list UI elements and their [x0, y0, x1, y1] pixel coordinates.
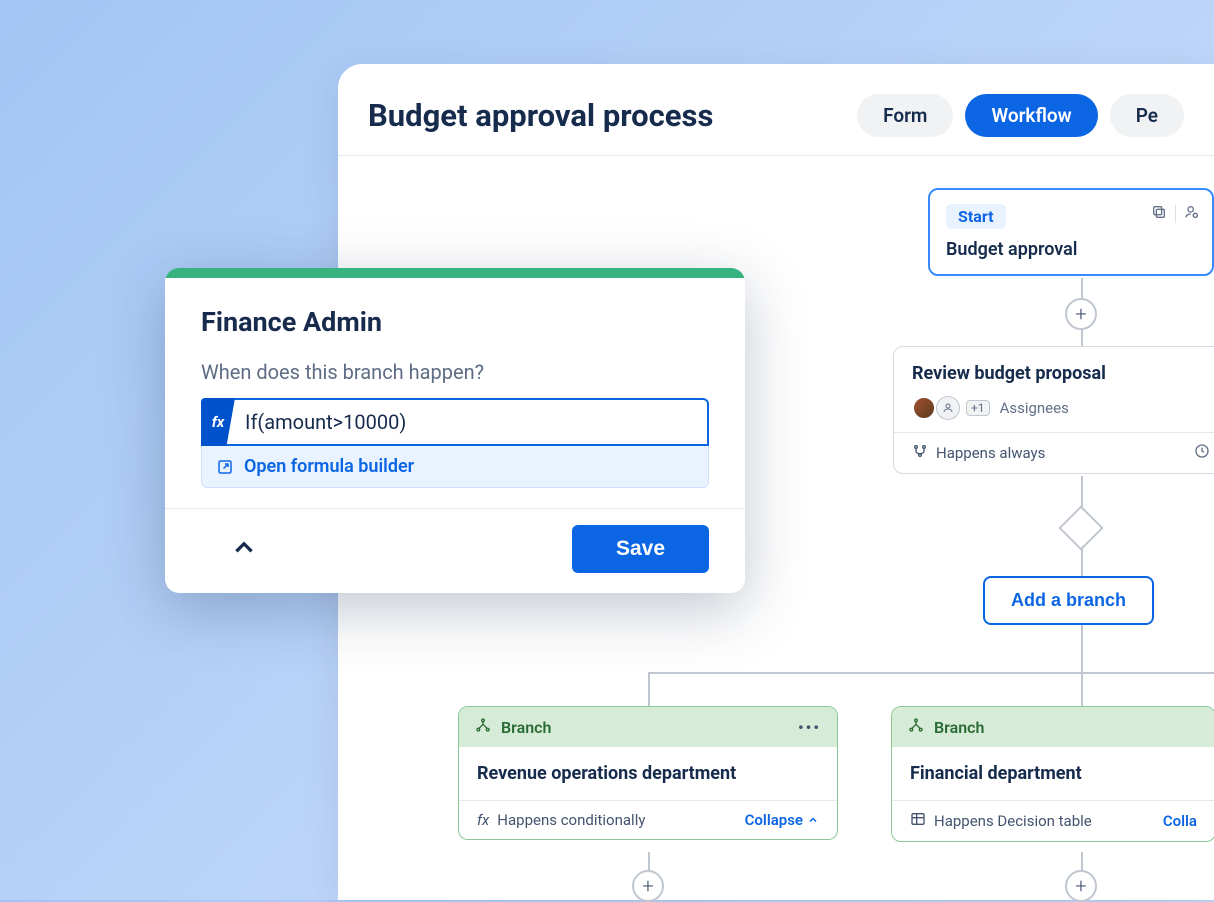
- modal-accent-bar: [165, 268, 745, 278]
- copy-icon[interactable]: [1151, 204, 1167, 224]
- start-badge: Start: [946, 204, 1006, 229]
- assignees-label: Assignees: [1000, 399, 1069, 417]
- add-step-button[interactable]: +: [1065, 298, 1097, 330]
- fx-icon: fx: [477, 811, 489, 829]
- add-step-button[interactable]: +: [1065, 870, 1097, 902]
- branch-node-financial[interactable]: Branch Financial department Happens Deci…: [891, 706, 1214, 842]
- branch-condition: Happens conditionally: [497, 811, 645, 829]
- connector: [1081, 622, 1083, 672]
- builder-link-label: Open formula builder: [244, 456, 414, 477]
- save-button[interactable]: Save: [572, 525, 709, 573]
- branch-condition-modal: Finance Admin When does this branch happ…: [165, 268, 745, 593]
- avatar[interactable]: [912, 396, 936, 420]
- assignee-extra-count[interactable]: +1: [966, 400, 990, 416]
- start-node-actions: [1151, 204, 1200, 224]
- condition-text: Happens always: [936, 444, 1045, 462]
- condition-icon: [912, 443, 928, 463]
- user-settings-icon[interactable]: [1184, 204, 1200, 224]
- clock-icon[interactable]: [1194, 443, 1210, 463]
- connector: [648, 852, 650, 872]
- add-step-button[interactable]: +: [632, 870, 664, 902]
- collapse-button[interactable]: Collapse: [745, 811, 819, 829]
- branch-label: Branch: [934, 718, 984, 737]
- tab-partial[interactable]: Pe: [1110, 94, 1184, 137]
- add-branch-button[interactable]: Add a branch: [983, 576, 1154, 625]
- review-node-title: Review budget proposal: [912, 363, 1214, 384]
- more-icon[interactable]: •••: [798, 718, 821, 737]
- chevron-up-icon: [231, 534, 257, 560]
- assignees-row: +1 Assignees: [912, 396, 1214, 420]
- tab-form[interactable]: Form: [857, 94, 953, 137]
- formula-input[interactable]: [201, 398, 709, 446]
- avatar-placeholder-icon[interactable]: [936, 396, 960, 420]
- app-header: Budget approval process Form Workflow Pe: [338, 64, 1214, 156]
- branch-icon: [475, 717, 491, 737]
- connector: [648, 672, 650, 706]
- collapse-label: Colla: [1163, 812, 1197, 830]
- chevron-up-icon: [807, 814, 819, 826]
- connector: [1081, 278, 1083, 300]
- connector: [1081, 672, 1083, 706]
- review-node[interactable]: Review budget proposal +1 Assignees Happ…: [893, 346, 1214, 474]
- branch-label: Branch: [501, 718, 551, 737]
- branch-condition: Happens Decision table: [934, 812, 1092, 830]
- header-tabs: Form Workflow Pe: [857, 94, 1184, 137]
- tab-workflow[interactable]: Workflow: [965, 94, 1097, 137]
- collapse-modal-button[interactable]: [201, 528, 287, 570]
- table-icon: [910, 811, 926, 831]
- branch-node-revenue[interactable]: Branch ••• Revenue operations department…: [458, 706, 838, 840]
- modal-title: Finance Admin: [201, 306, 709, 338]
- page-title: Budget approval process: [368, 97, 713, 134]
- modal-question: When does this branch happen?: [201, 360, 709, 384]
- connector: [648, 672, 1214, 674]
- divider: [1175, 205, 1176, 223]
- branch-icon: [908, 717, 924, 737]
- branch-title: Financial department: [910, 763, 1197, 784]
- branch-title: Revenue operations department: [477, 763, 819, 784]
- collapse-label: Collapse: [745, 811, 803, 829]
- start-node-title: Budget approval: [946, 239, 1196, 260]
- collapse-button[interactable]: Colla: [1163, 812, 1197, 830]
- start-node[interactable]: Start Budget approval: [928, 188, 1214, 276]
- external-link-icon: [216, 458, 234, 476]
- decision-diamond: [1058, 505, 1103, 550]
- connector: [1081, 852, 1083, 872]
- open-formula-builder-link[interactable]: Open formula builder: [201, 446, 709, 488]
- connector: [1081, 548, 1083, 578]
